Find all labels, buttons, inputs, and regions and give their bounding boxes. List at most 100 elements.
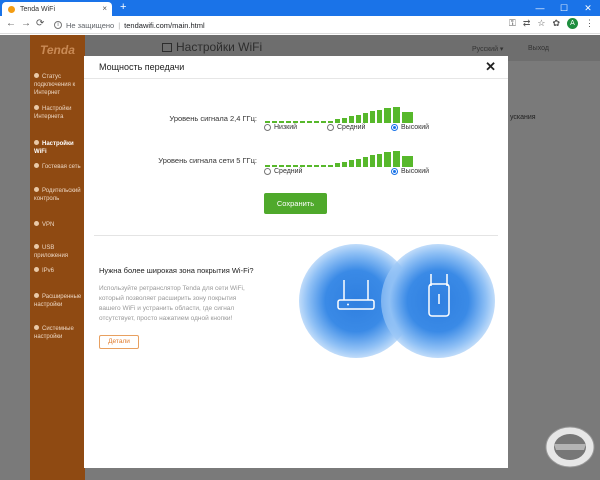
radio-24-high-dot[interactable]: [391, 124, 398, 131]
new-tab-button[interactable]: +: [120, 1, 126, 13]
signal-bar: [314, 165, 319, 167]
signal-bar: [293, 165, 298, 167]
signal-bar: [349, 160, 354, 167]
dialog-close-icon[interactable]: ✕: [485, 59, 496, 75]
repeater-icon: [428, 274, 450, 317]
sidebar-item-label: Статус подключения к Интернет: [34, 74, 76, 96]
key-icon[interactable]: ⚿: [509, 18, 516, 29]
signal-bar: [349, 116, 354, 123]
browser-toolbar: ← → ⟳ i Не защищено | tendawifi.com/main…: [0, 16, 600, 34]
tab-title: Tenda WiFi: [20, 5, 56, 13]
signal-bar: [363, 157, 368, 167]
bookmark-star-icon[interactable]: ☆: [537, 18, 545, 29]
logout-link[interactable]: Выход: [528, 45, 549, 52]
sidebar-item-label: IPv6: [42, 268, 55, 274]
sidebar-item-label: Настройки WiFi: [34, 141, 74, 155]
background-text: ускания: [510, 114, 536, 121]
security-label: Не защищено: [66, 20, 115, 30]
radio-5-medium-dot[interactable]: [264, 168, 271, 175]
maximize-button[interactable]: ☐: [552, 0, 576, 16]
window-close-button[interactable]: ✕: [576, 0, 600, 16]
minimize-button[interactable]: —: [528, 0, 552, 16]
radio-5-medium-label: Средний: [274, 168, 303, 175]
sidebar-item-label: Родительский контроль: [34, 188, 81, 202]
browser-tabbar: Tenda WiFi × + — ☐ ✕: [0, 0, 600, 16]
address-bar[interactable]: i Не защищено | tendawifi.com/main.html: [54, 18, 524, 32]
signal-bar: [335, 163, 340, 167]
signal-bar: [342, 162, 347, 167]
radio-24-low-label: Низкий: [274, 124, 298, 131]
back-arrow-icon[interactable]: ←: [6, 18, 16, 29]
toolbar-icons: ⚿ ⇄ ☆ ✿ A ⋮: [509, 18, 594, 29]
tenda-favicon-icon: [8, 5, 15, 13]
signal-bar: [272, 121, 277, 123]
band-24-label: Уровень сигнала 2,4 ГГц:: [169, 114, 257, 123]
signal-bar: [356, 115, 361, 123]
sidebar-item[interactable]: Статус подключения к Интернет: [34, 73, 86, 97]
sidebar-item[interactable]: Гостевая сеть: [34, 163, 86, 171]
sidebar-item[interactable]: VPN: [34, 221, 86, 229]
menu-dots-icon[interactable]: ⋮: [585, 18, 594, 29]
radio-5-high-label: Высокий: [401, 168, 430, 175]
sidebar-item-icon: [34, 267, 39, 272]
translate-icon[interactable]: ⇄: [523, 18, 531, 29]
signal-bar: [384, 108, 391, 123]
reload-icon[interactable]: ⟳: [36, 18, 44, 29]
browser-tab[interactable]: Tenda WiFi ×: [2, 2, 112, 16]
signal-bar: [384, 152, 391, 167]
signal-bar: [286, 165, 291, 167]
language-select[interactable]: Русский ▾: [472, 45, 503, 53]
signal-bar: [370, 155, 375, 167]
signal-bar: [370, 111, 375, 123]
radio-24-high[interactable]: Высокий: [391, 124, 429, 131]
sidebar-item[interactable]: Настройки WiFi: [34, 140, 86, 156]
radio-24-medium[interactable]: Средний: [327, 124, 365, 131]
promo-title: Нужна более широкая зона покрытия Wi-Fi?: [99, 266, 254, 275]
signal-bar: [279, 121, 284, 123]
radio-24-medium-dot[interactable]: [327, 124, 334, 131]
sidebar-item[interactable]: Расширенные настройки: [34, 293, 86, 309]
radio-5-medium[interactable]: Средний: [264, 168, 302, 175]
sidebar-item-label: Системные настройки: [34, 326, 74, 340]
profile-avatar[interactable]: A: [567, 18, 578, 29]
section-divider: [94, 235, 498, 236]
signal-bar: [265, 165, 270, 167]
signal-bar: [356, 159, 361, 167]
signal-bar: [321, 121, 326, 123]
signal-bar: [342, 118, 347, 123]
tenda-logo: Tenda: [40, 43, 75, 57]
signal-bar: [328, 165, 333, 167]
save-button[interactable]: Сохранить: [264, 193, 327, 214]
sidebar-item[interactable]: Системные настройки: [34, 325, 86, 341]
forward-arrow-icon[interactable]: →: [21, 18, 31, 29]
band-24-signal-slider[interactable]: [265, 107, 413, 123]
info-icon[interactable]: i: [54, 21, 62, 29]
tab-close-icon[interactable]: ×: [102, 4, 107, 13]
radio-24-low-dot[interactable]: [264, 124, 271, 131]
signal-bar: [307, 165, 312, 167]
details-button[interactable]: Детали: [99, 335, 139, 349]
signal-bar: [293, 121, 298, 123]
transmit-power-dialog: Мощность передачи ✕ Уровень сигнала 2,4 …: [84, 56, 508, 468]
signal-bar: [402, 156, 413, 167]
extensions-icon[interactable]: ✿: [552, 18, 560, 29]
sidebar-item[interactable]: Настройки Интернета: [34, 105, 86, 121]
page-title: Настройки WiFi: [162, 40, 262, 54]
sidebar-item-icon: [34, 244, 39, 249]
radio-24-low[interactable]: Низкий: [264, 124, 297, 131]
sidebar-item-label: Гостевая сеть: [42, 164, 81, 170]
sidebar-item[interactable]: USB приложения: [34, 244, 86, 260]
sidebar-item[interactable]: IPv6: [34, 267, 86, 275]
sidebar-item-icon: [34, 140, 39, 145]
wifi-settings-icon: [162, 43, 172, 53]
router-icon: [337, 280, 375, 310]
radio-5-high-dot[interactable]: [391, 168, 398, 175]
signal-bar: [377, 110, 382, 123]
promo-text: Используйте ретранслятор Tenda для сети …: [99, 285, 245, 322]
radio-5-high[interactable]: Высокий: [391, 168, 429, 175]
sidebar-item-icon: [34, 73, 39, 78]
signal-bar: [300, 121, 305, 123]
radio-24-medium-label: Средний: [337, 124, 366, 131]
band-5-signal-slider[interactable]: [265, 151, 413, 167]
sidebar-item[interactable]: Родительский контроль: [34, 187, 86, 203]
